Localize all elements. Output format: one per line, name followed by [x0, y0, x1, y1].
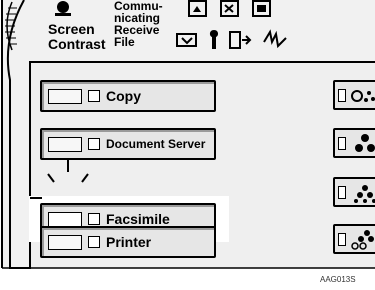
data-in-icon — [229, 31, 252, 49]
copy-key-square-icon — [88, 90, 100, 102]
right-key-4-indicator — [338, 233, 346, 246]
right-key-4[interactable] — [333, 224, 375, 254]
fax-icon-3 — [252, 0, 271, 17]
right-key-3[interactable] — [333, 177, 375, 207]
right-key-1-indicator — [338, 89, 346, 102]
right-key-2[interactable] — [333, 128, 375, 158]
document-server-key[interactable]: Document Server — [40, 128, 216, 160]
fax-icon-1 — [188, 0, 207, 17]
receive-file-label: Receive File — [114, 23, 160, 49]
contrast-icon — [55, 1, 71, 16]
right-key-2-indicator — [338, 137, 346, 150]
printer-key-label: Printer — [106, 234, 152, 250]
document-server-key-label: Document Server — [106, 137, 206, 151]
communicating-label: Commu- nicating — [114, 0, 163, 25]
copy-indicator — [48, 89, 82, 104]
figure-code: AAG013S — [320, 275, 356, 284]
printer-key-square-icon — [88, 236, 100, 248]
receive-file-icon — [176, 33, 197, 47]
sun-toner-icon — [351, 90, 375, 102]
screen-contrast-label: Screen Contrast — [48, 21, 106, 52]
fax-icon-2 — [220, 0, 239, 17]
right-key-3-indicator — [338, 186, 346, 199]
facsimile-indicator — [48, 212, 82, 227]
right-key-1[interactable] — [333, 80, 375, 110]
dots-mixed-icon — [351, 230, 374, 250]
facsimile-key-label: Facsimile — [106, 211, 170, 227]
printer-key[interactable]: Printer — [40, 226, 216, 258]
dots-large-icon — [355, 134, 375, 152]
printer-indicator — [48, 235, 82, 250]
facsimile-key-square-icon — [88, 213, 100, 225]
dots-small-icon — [354, 185, 375, 203]
document-server-indicator — [48, 137, 82, 152]
tools-icon — [209, 30, 219, 49]
check-status-icon — [263, 29, 287, 49]
document-server-key-square-icon — [88, 138, 100, 150]
copy-key-label: Copy — [106, 88, 141, 104]
copy-key[interactable]: Copy — [40, 80, 216, 112]
